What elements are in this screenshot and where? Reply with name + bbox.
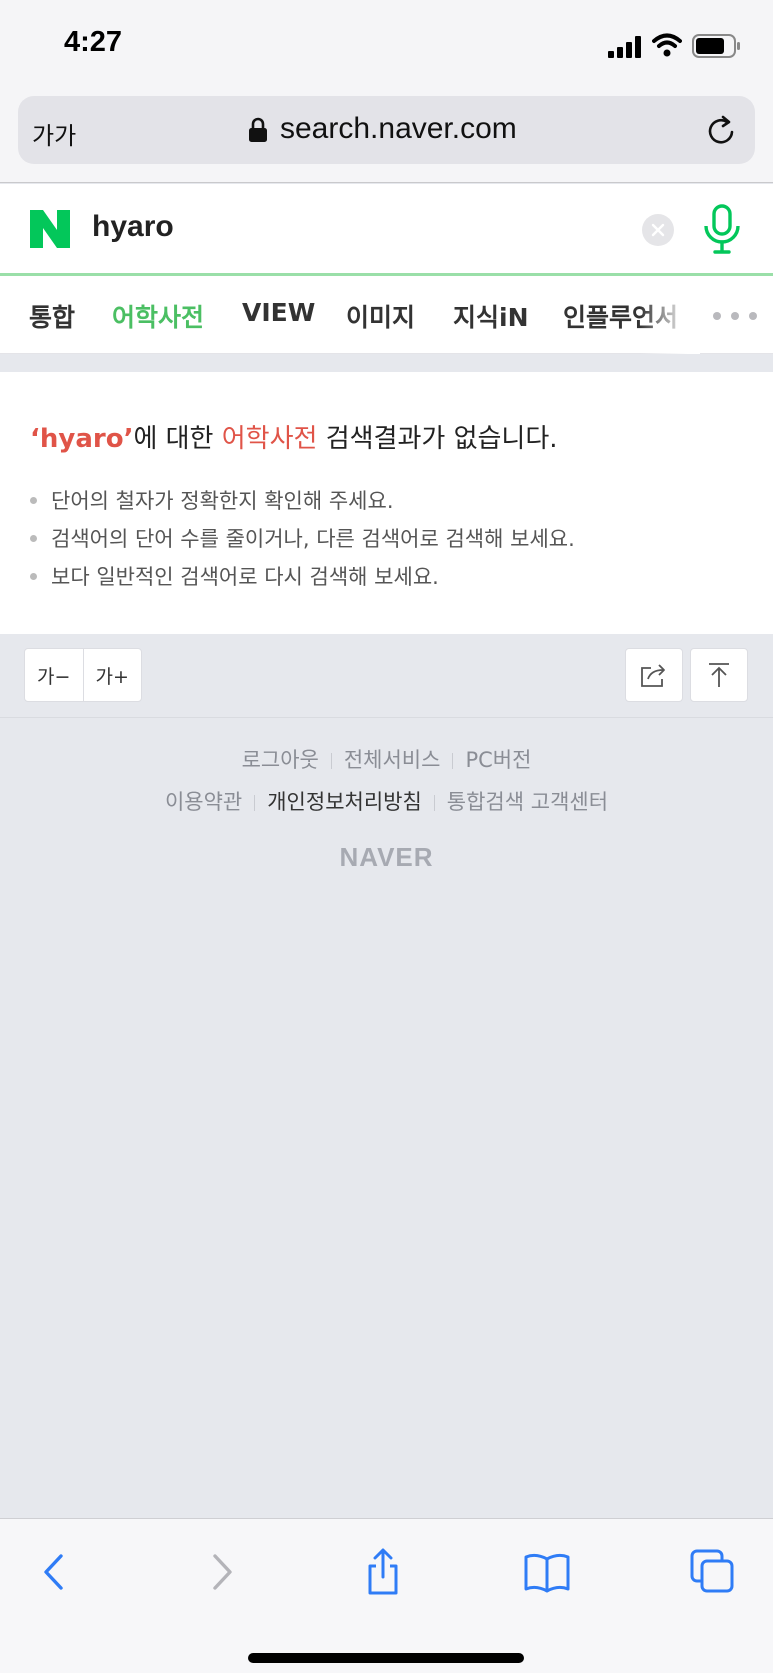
list-item: 단어의 철자가 정확한지 확인해 주세요. (30, 482, 575, 520)
wifi-icon (652, 33, 682, 57)
reload-icon[interactable] (706, 114, 738, 148)
bookmarks-icon[interactable] (522, 1547, 572, 1597)
footer-links-row-1: 로그아웃 전체서비스 PC버전 (0, 744, 773, 774)
result-no-result-text: 검색결과가 없습니다. (317, 424, 558, 454)
tip-text: 단어의 철자가 정확한지 확인해 주세요. (51, 489, 394, 513)
font-decrease-button[interactable]: 가− (25, 649, 83, 701)
divider (433, 795, 435, 811)
no-result-panel: ‘hyaro’에 대한 어학사전 검색결과가 없습니다. 단어의 철자가 정확한… (0, 372, 773, 634)
bullet-icon (30, 534, 37, 542)
result-about-text: 에 대한 (133, 424, 222, 454)
list-item: 검색어의 단어 수를 줄이거나, 다른 검색어로 검색해 보세요. (30, 520, 575, 558)
status-time: 4:27 (64, 26, 123, 58)
tip-text: 보다 일반적인 검색어로 다시 검색해 보세요. (51, 565, 439, 589)
result-category: 어학사전 (221, 424, 318, 454)
tab-images[interactable]: 이미지 (346, 298, 415, 334)
divider (452, 753, 454, 769)
lock-icon (249, 117, 267, 142)
browser-toolbar: 가가 search.naver.com (0, 90, 773, 183)
naver-footer-logo: NAVER (339, 842, 434, 872)
all-services-link[interactable]: 전체서비스 (344, 748, 441, 772)
microphone-icon[interactable] (702, 204, 742, 256)
tabs-icon[interactable] (688, 1547, 738, 1597)
forward-icon[interactable] (196, 1547, 246, 1597)
tip-text: 검색어의 단어 수를 줄이거나, 다른 검색어로 검색해 보세요. (51, 527, 575, 551)
search-tabs: 통합 어학사전 VIEW 이미지 지식iN 인플루언서 (0, 276, 773, 354)
search-input[interactable]: hyaro (92, 210, 174, 244)
status-bar: 4:27 (0, 0, 773, 90)
footer-links-row-2: 이용약관 개인정보처리방침 통합검색 고객센터 (0, 786, 773, 816)
pc-version-link[interactable]: PC버전 (465, 748, 531, 772)
home-indicator (248, 1653, 524, 1663)
more-tabs-icon[interactable] (712, 311, 758, 321)
font-increase-button[interactable]: 가+ (82, 649, 142, 701)
privacy-policy-link[interactable]: 개인정보처리방침 (267, 790, 422, 814)
logout-link[interactable]: 로그아웃 (242, 748, 319, 772)
browser-bottom-toolbar (0, 1518, 773, 1673)
bullet-icon (30, 496, 37, 504)
search-tips: 단어의 철자가 정확한지 확인해 주세요. 검색어의 단어 수를 줄이거나, 다… (30, 482, 575, 596)
tab-knowledge-in[interactable]: 지식iN (453, 298, 529, 334)
tab-view[interactable]: VIEW (242, 298, 315, 327)
tab-fade (640, 276, 700, 354)
address-bar[interactable]: 가가 search.naver.com (18, 96, 755, 164)
font-size-control: 가− 가+ (24, 648, 142, 702)
scroll-top-button[interactable] (690, 648, 748, 702)
list-item: 보다 일반적인 검색어로 다시 검색해 보세요. (30, 558, 575, 596)
tab-dictionary[interactable]: 어학사전 (112, 298, 204, 334)
help-center-link[interactable]: 통합검색 고객센터 (447, 790, 608, 814)
share-icon[interactable] (358, 1547, 408, 1597)
result-query: ‘hyaro’ (30, 424, 134, 454)
no-result-message: ‘hyaro’에 대한 어학사전 검색결과가 없습니다. (30, 418, 558, 455)
naver-n-logo-icon[interactable] (30, 210, 70, 248)
back-icon[interactable] (30, 1547, 80, 1597)
battery-icon (692, 34, 740, 58)
bullet-icon (30, 572, 37, 580)
terms-link[interactable]: 이용약관 (165, 790, 242, 814)
share-icon (641, 664, 665, 687)
divider (330, 753, 332, 769)
tab-integrated[interactable]: 통합 (29, 298, 75, 334)
share-button[interactable] (625, 648, 683, 702)
divider (254, 795, 256, 811)
cellular-signal-icon (608, 36, 641, 58)
tool-row: 가− 가+ (0, 634, 773, 718)
arrow-up-icon (709, 663, 729, 687)
url-text[interactable]: search.naver.com (280, 112, 517, 146)
close-icon (651, 223, 665, 237)
search-bar: hyaro (0, 184, 773, 276)
text-size-button[interactable]: 가가 (32, 116, 76, 151)
clear-search-button[interactable] (642, 214, 674, 246)
